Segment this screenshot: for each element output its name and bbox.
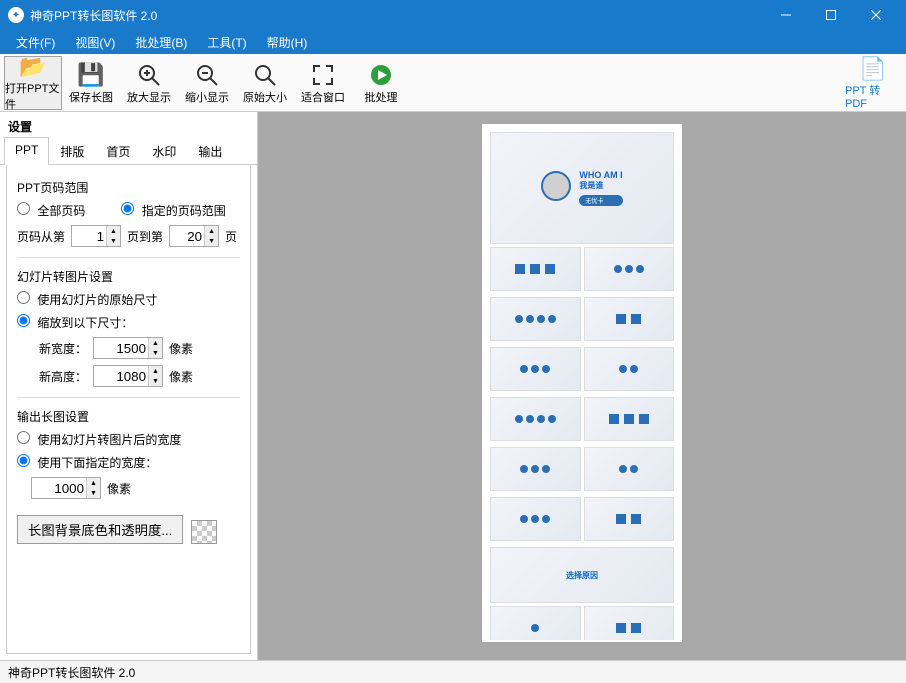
bg-color-button[interactable]: 长图背景底色和透明度... [17,515,183,544]
slide-thumb [584,347,675,391]
fit-window-button[interactable]: 适合窗口 [294,56,352,110]
page-range-title: PPT页码范围 [17,179,240,196]
slide-thumb [490,497,581,541]
pdf-icon: 📄 [859,56,886,82]
maximize-button[interactable] [808,0,853,30]
unit-px: 像素 [169,368,193,385]
bg-swatch[interactable] [191,520,217,544]
radio-use-slide-width[interactable]: 使用幻灯片转图片后的宽度 [17,431,181,448]
spin-down[interactable]: ▼ [204,236,218,246]
height-label: 新高度： [31,368,87,385]
spin-down[interactable]: ▼ [106,236,120,246]
width-label: 新宽度： [31,340,87,357]
spin-down[interactable]: ▼ [148,376,162,386]
slide-thumb [490,447,581,491]
slide-thumb [584,497,675,541]
spin-up[interactable]: ▲ [148,338,162,348]
from-label: 页码从第 [17,228,65,245]
slide-thumb [490,247,581,291]
status-text: 神奇PPT转长图软件 2.0 [8,664,135,681]
settings-panel: PPT页码范围 全部页码 指定的页码范围 页码从第 ▲▼ 页到第 ▲▼ 页 幻灯… [6,165,251,654]
unit-px: 像素 [107,480,131,497]
output-long-title: 输出长图设置 [17,408,240,425]
toolbar: 📂 打开PPT文件 💾 保存长图 放大显示 缩小显示 原始大小 适合窗口 批处理… [0,54,906,112]
settings-tabs: PPT 排版 首页 水印 输出 [0,137,257,165]
ppt-to-pdf-button[interactable]: 📄 PPT 转 PDF [844,56,902,110]
menu-tools[interactable]: 工具(T) [197,31,256,54]
radio-orig-size[interactable]: 使用幻灯片的原始尺寸 [17,291,157,308]
radio-all-pages[interactable]: 全部页码 [17,202,85,219]
long-image-canvas: WHO AM I 我是谁 无忧卡 [482,124,682,642]
menu-help[interactable]: 帮助(H) [257,31,318,54]
radio-spec-pages[interactable]: 指定的页码范围 [121,202,225,219]
slide-thumb [490,606,581,642]
slide-size-title: 幻灯片转图片设置 [17,268,240,285]
slide-thumb [584,297,675,341]
tab-output[interactable]: 输出 [187,137,233,165]
radio-use-spec-width[interactable]: 使用下面指定的宽度： [17,454,157,471]
menubar: 文件(F) 视图(V) 批处理(B) 工具(T) 帮助(H) [0,30,906,54]
slide-thumb [584,606,675,642]
menu-batch[interactable]: 批处理(B) [125,31,197,54]
zoom-out-button[interactable]: 缩小显示 [178,56,236,110]
slide-thumb [490,347,581,391]
tab-watermark[interactable]: 水印 [141,137,187,165]
menu-view[interactable]: 视图(V) [65,31,125,54]
slide-section: 选择原因 [490,547,674,603]
batch-button[interactable]: 批处理 [352,56,410,110]
expand-icon [312,61,334,89]
tab-ppt[interactable]: PPT [4,137,49,165]
slide-thumb [584,247,675,291]
app-icon: ✦ [8,7,24,23]
settings-sidebar: 设置 PPT 排版 首页 水印 输出 PPT页码范围 全部页码 指定的页码范围 … [0,112,258,660]
preview-area: WHO AM I 我是谁 无忧卡 [258,112,906,660]
magnifier-icon [253,61,277,89]
slide-thumb [490,297,581,341]
zoom-in-icon [137,61,161,89]
spin-down[interactable]: ▼ [86,488,100,498]
zoom-in-button[interactable]: 放大显示 [120,56,178,110]
page-suffix: 页 [225,228,237,245]
tab-cover[interactable]: 首页 [95,137,141,165]
open-ppt-button[interactable]: 📂 打开PPT文件 [4,56,62,110]
tab-layout[interactable]: 排版 [49,137,95,165]
save-long-button[interactable]: 💾 保存长图 [62,56,120,110]
zoom-out-icon [195,61,219,89]
minimize-button[interactable] [763,0,808,30]
close-button[interactable] [853,0,898,30]
slide-thumb [584,397,675,441]
titlebar: ✦ 神奇PPT转长图软件 2.0 [0,0,906,30]
radio-scale-size[interactable]: 缩放到以下尺寸： [17,314,133,331]
spin-down[interactable]: ▼ [148,348,162,358]
spin-up[interactable]: ▲ [204,226,218,236]
save-icon: 💾 [77,61,104,89]
unit-px: 像素 [169,340,193,357]
statusbar: 神奇PPT转长图软件 2.0 [0,660,906,683]
menu-file[interactable]: 文件(F) [6,31,65,54]
to-label: 页到第 [127,228,163,245]
slide-thumb [584,447,675,491]
spin-up[interactable]: ▲ [148,366,162,376]
folder-open-icon: 📂 [19,54,46,80]
settings-title: 设置 [0,112,257,137]
app-title: 神奇PPT转长图软件 2.0 [30,7,763,24]
avatar-icon [541,171,571,201]
play-circle-icon [369,61,393,89]
original-size-button[interactable]: 原始大小 [236,56,294,110]
spin-up[interactable]: ▲ [86,478,100,488]
slide-thumb [490,397,581,441]
slide-1: WHO AM I 我是谁 无忧卡 [490,132,674,244]
spin-up[interactable]: ▲ [106,226,120,236]
